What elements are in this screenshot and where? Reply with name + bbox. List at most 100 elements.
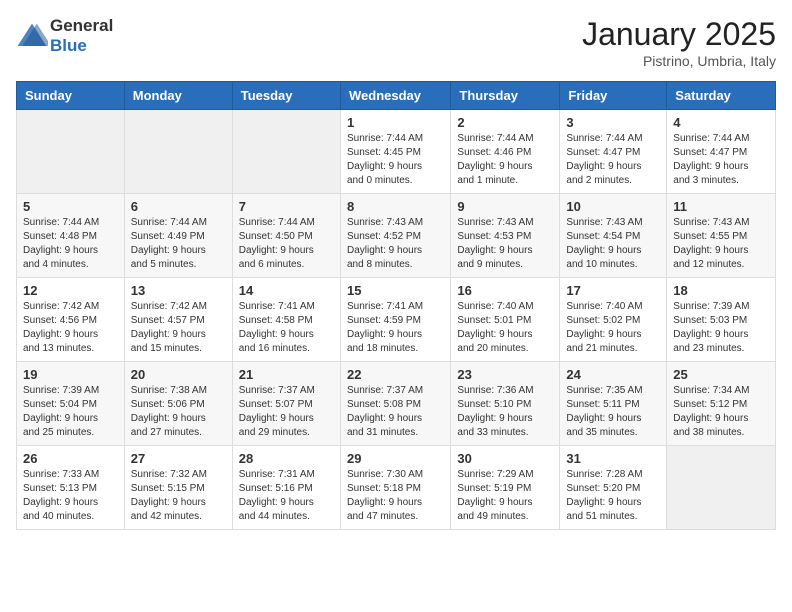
week-row-4: 19 Sunrise: 7:39 AMSunset: 5:04 PMDayligh… bbox=[17, 362, 776, 446]
title-block: January 2025 Pistrino, Umbria, Italy bbox=[582, 16, 776, 69]
day-number: 5 bbox=[23, 199, 118, 214]
day-info: Sunrise: 7:37 AMSunset: 5:07 PMDaylight:… bbox=[239, 384, 334, 440]
day-number: 18 bbox=[673, 283, 769, 298]
day-info: Sunrise: 7:41 AMSunset: 4:58 PMDaylight:… bbox=[239, 300, 334, 356]
weekday-header-monday: Monday bbox=[124, 82, 232, 110]
day-cell: 14 Sunrise: 7:41 AMSunset: 4:58 PMDayligh… bbox=[232, 278, 340, 362]
day-cell: 1 Sunrise: 7:44 AMSunset: 4:45 PMDaylight… bbox=[340, 110, 450, 194]
day-info: Sunrise: 7:43 AMSunset: 4:52 PMDaylight:… bbox=[347, 216, 444, 272]
day-number: 20 bbox=[131, 367, 226, 382]
day-cell: 11 Sunrise: 7:43 AMSunset: 4:55 PMDayligh… bbox=[667, 194, 776, 278]
day-cell: 6Sunrise: 7:44 AMSunset: 4:49 PMDaylight… bbox=[124, 194, 232, 278]
day-info: Sunrise: 7:30 AMSunset: 5:18 PMDaylight:… bbox=[347, 468, 444, 524]
day-cell: 9 Sunrise: 7:43 AMSunset: 4:53 PMDaylight… bbox=[451, 194, 560, 278]
day-info: Sunrise: 7:36 AMSunset: 5:10 PMDaylight:… bbox=[457, 384, 553, 440]
day-number: 2 bbox=[457, 115, 553, 130]
day-number: 19 bbox=[23, 367, 118, 382]
day-cell: 22Sunrise: 7:37 AMSunset: 5:08 PMDayligh… bbox=[340, 362, 450, 446]
day-info: Sunrise: 7:35 AMSunset: 5:11 PMDaylight:… bbox=[566, 384, 660, 440]
day-info: Sunrise: 7:42 AMSunset: 4:57 PMDaylight:… bbox=[131, 300, 226, 356]
week-row-3: 12Sunrise: 7:42 AMSunset: 4:56 PMDayligh… bbox=[17, 278, 776, 362]
day-number: 3 bbox=[566, 115, 660, 130]
day-info: Sunrise: 7:44 AMSunset: 4:49 PMDaylight:… bbox=[131, 216, 226, 272]
day-cell: 13Sunrise: 7:42 AMSunset: 4:57 PMDayligh… bbox=[124, 278, 232, 362]
day-cell: 5Sunrise: 7:44 AMSunset: 4:48 PMDaylight… bbox=[17, 194, 125, 278]
day-cell: 30 Sunrise: 7:29 AMSunset: 5:19 PMDayligh… bbox=[451, 446, 560, 530]
day-number: 15 bbox=[347, 283, 444, 298]
day-number: 23 bbox=[457, 367, 553, 382]
day-cell: 7 Sunrise: 7:44 AMSunset: 4:50 PMDaylight… bbox=[232, 194, 340, 278]
day-number: 8 bbox=[347, 199, 444, 214]
day-cell: 31 Sunrise: 7:28 AMSunset: 5:20 PMDayligh… bbox=[560, 446, 667, 530]
day-info: Sunrise: 7:43 AMSunset: 4:53 PMDaylight:… bbox=[457, 216, 553, 272]
day-cell: 15Sunrise: 7:41 AMSunset: 4:59 PMDayligh… bbox=[340, 278, 450, 362]
logo-blue: Blue bbox=[50, 36, 87, 55]
weekday-header-saturday: Saturday bbox=[667, 82, 776, 110]
weekday-header-row: SundayMondayTuesdayWednesdayThursdayFrid… bbox=[17, 82, 776, 110]
day-info: Sunrise: 7:28 AMSunset: 5:20 PMDaylight:… bbox=[566, 468, 660, 524]
day-number: 16 bbox=[457, 283, 553, 298]
day-cell: 19 Sunrise: 7:39 AMSunset: 5:04 PMDayligh… bbox=[17, 362, 125, 446]
day-number: 30 bbox=[457, 451, 553, 466]
day-cell: 24 Sunrise: 7:35 AMSunset: 5:11 PMDayligh… bbox=[560, 362, 667, 446]
day-number: 21 bbox=[239, 367, 334, 382]
day-info: Sunrise: 7:44 AMSunset: 4:47 PMDaylight:… bbox=[566, 132, 660, 188]
day-cell: 26Sunrise: 7:33 AMSunset: 5:13 PMDayligh… bbox=[17, 446, 125, 530]
day-info: Sunrise: 7:40 AMSunset: 5:02 PMDaylight:… bbox=[566, 300, 660, 356]
day-number: 17 bbox=[566, 283, 660, 298]
day-number: 31 bbox=[566, 451, 660, 466]
day-info: Sunrise: 7:39 AMSunset: 5:04 PMDaylight:… bbox=[23, 384, 118, 440]
day-cell bbox=[17, 110, 125, 194]
day-cell: 16 Sunrise: 7:40 AMSunset: 5:01 PMDayligh… bbox=[451, 278, 560, 362]
day-info: Sunrise: 7:44 AMSunset: 4:45 PMDaylight:… bbox=[347, 132, 444, 188]
day-info: Sunrise: 7:40 AMSunset: 5:01 PMDaylight:… bbox=[457, 300, 553, 356]
day-info: Sunrise: 7:39 AMSunset: 5:03 PMDaylight:… bbox=[673, 300, 769, 356]
day-cell bbox=[232, 110, 340, 194]
day-info: Sunrise: 7:37 AMSunset: 5:08 PMDaylight:… bbox=[347, 384, 444, 440]
location-title: Pistrino, Umbria, Italy bbox=[582, 53, 776, 69]
weekday-header-sunday: Sunday bbox=[17, 82, 125, 110]
weekday-header-tuesday: Tuesday bbox=[232, 82, 340, 110]
day-number: 29 bbox=[347, 451, 444, 466]
weekday-header-thursday: Thursday bbox=[451, 82, 560, 110]
page-header: General Blue January 2025 Pistrino, Umbr… bbox=[16, 16, 776, 69]
day-info: Sunrise: 7:29 AMSunset: 5:19 PMDaylight:… bbox=[457, 468, 553, 524]
weekday-header-wednesday: Wednesday bbox=[340, 82, 450, 110]
logo: General Blue bbox=[16, 16, 113, 56]
day-info: Sunrise: 7:43 AMSunset: 4:55 PMDaylight:… bbox=[673, 216, 769, 272]
day-cell bbox=[124, 110, 232, 194]
day-info: Sunrise: 7:33 AMSunset: 5:13 PMDaylight:… bbox=[23, 468, 118, 524]
day-cell: 28Sunrise: 7:31 AMSunset: 5:16 PMDayligh… bbox=[232, 446, 340, 530]
month-title: January 2025 bbox=[582, 16, 776, 53]
day-number: 24 bbox=[566, 367, 660, 382]
day-number: 28 bbox=[239, 451, 334, 466]
day-cell: 21 Sunrise: 7:37 AMSunset: 5:07 PMDayligh… bbox=[232, 362, 340, 446]
day-number: 14 bbox=[239, 283, 334, 298]
day-cell: 18 Sunrise: 7:39 AMSunset: 5:03 PMDayligh… bbox=[667, 278, 776, 362]
day-info: Sunrise: 7:44 AMSunset: 4:46 PMDaylight:… bbox=[457, 132, 553, 188]
day-cell: 4 Sunrise: 7:44 AMSunset: 4:47 PMDaylight… bbox=[667, 110, 776, 194]
week-row-1: 1 Sunrise: 7:44 AMSunset: 4:45 PMDaylight… bbox=[17, 110, 776, 194]
day-number: 9 bbox=[457, 199, 553, 214]
week-row-5: 26Sunrise: 7:33 AMSunset: 5:13 PMDayligh… bbox=[17, 446, 776, 530]
day-number: 4 bbox=[673, 115, 769, 130]
day-cell: 8 Sunrise: 7:43 AMSunset: 4:52 PMDaylight… bbox=[340, 194, 450, 278]
day-number: 27 bbox=[131, 451, 226, 466]
weekday-header-friday: Friday bbox=[560, 82, 667, 110]
day-cell: 27 Sunrise: 7:32 AMSunset: 5:15 PMDayligh… bbox=[124, 446, 232, 530]
day-number: 1 bbox=[347, 115, 444, 130]
day-number: 7 bbox=[239, 199, 334, 214]
day-info: Sunrise: 7:32 AMSunset: 5:15 PMDaylight:… bbox=[131, 468, 226, 524]
day-cell bbox=[667, 446, 776, 530]
logo-general: General bbox=[50, 16, 113, 35]
day-number: 10 bbox=[566, 199, 660, 214]
logo-icon bbox=[16, 22, 48, 50]
day-info: Sunrise: 7:44 AMSunset: 4:47 PMDaylight:… bbox=[673, 132, 769, 188]
day-cell: 2 Sunrise: 7:44 AMSunset: 4:46 PMDaylight… bbox=[451, 110, 560, 194]
day-number: 11 bbox=[673, 199, 769, 214]
day-info: Sunrise: 7:44 AMSunset: 4:50 PMDaylight:… bbox=[239, 216, 334, 272]
day-info: Sunrise: 7:43 AMSunset: 4:54 PMDaylight:… bbox=[566, 216, 660, 272]
day-cell: 20Sunrise: 7:38 AMSunset: 5:06 PMDayligh… bbox=[124, 362, 232, 446]
day-cell: 3 Sunrise: 7:44 AMSunset: 4:47 PMDaylight… bbox=[560, 110, 667, 194]
day-cell: 10 Sunrise: 7:43 AMSunset: 4:54 PMDayligh… bbox=[560, 194, 667, 278]
